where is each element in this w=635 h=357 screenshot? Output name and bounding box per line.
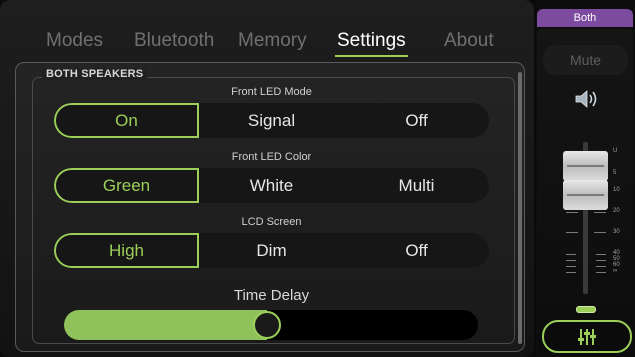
fader-scale-label: ∞ <box>613 268 618 274</box>
fader-scale-label: U <box>613 148 618 154</box>
time-delay-fill <box>64 310 267 340</box>
fader-scale-label: 10 <box>613 187 620 193</box>
tab-modes[interactable]: Modes <box>46 30 103 52</box>
lcd-screen-dim[interactable]: Dim <box>199 233 344 268</box>
fader-scale-label: 20 <box>613 208 620 214</box>
fader-tick <box>594 212 606 213</box>
front-led-mode-off[interactable]: Off <box>344 103 489 138</box>
front-led-color-selector: Green White Multi <box>54 168 489 203</box>
front-led-color-label: Front LED Color <box>231 151 312 163</box>
fader-tick <box>566 272 576 273</box>
mute-button[interactable]: Mute <box>543 45 628 75</box>
fader-scale-label: 5 <box>613 170 617 176</box>
time-delay-knob[interactable] <box>253 311 281 339</box>
fader-tick <box>596 254 606 255</box>
lcd-screen-off[interactable]: Off <box>344 233 489 268</box>
front-led-color-multi[interactable]: Multi <box>344 168 489 203</box>
scrollbar[interactable] <box>518 72 522 344</box>
tab-memory[interactable]: Memory <box>238 30 307 52</box>
fader-cap-upper[interactable] <box>563 151 608 181</box>
front-led-mode-on[interactable]: On <box>54 103 199 138</box>
fader-tick <box>566 254 576 255</box>
tab-bar: Modes Bluetooth Memory Settings About <box>0 30 534 60</box>
front-led-color-green[interactable]: Green <box>54 168 199 203</box>
front-led-mode-signal[interactable]: Signal <box>199 103 344 138</box>
front-led-color-white[interactable]: White <box>199 168 344 203</box>
target-both-tab[interactable]: Both <box>537 9 633 27</box>
signal-led <box>576 306 596 313</box>
fader-tick <box>594 232 606 233</box>
tab-bluetooth[interactable]: Bluetooth <box>134 30 214 52</box>
fader-tick <box>596 266 606 267</box>
time-delay-slider[interactable] <box>64 310 478 340</box>
settings-panel: Modes Bluetooth Memory Settings About BO… <box>0 0 534 357</box>
front-led-mode-selector: On Signal Off <box>54 103 489 138</box>
tab-about[interactable]: About <box>444 30 494 52</box>
fader-tick <box>566 212 578 213</box>
fader-tick <box>566 266 576 267</box>
fader-scale-label: 30 <box>613 229 620 235</box>
fader-cap-lower[interactable] <box>563 180 608 210</box>
mixer-button[interactable] <box>542 320 632 353</box>
lcd-screen-high[interactable]: High <box>54 233 199 268</box>
lcd-screen-label: LCD Screen <box>241 216 302 228</box>
fader-tick <box>596 272 606 273</box>
lcd-screen-selector: High Dim Off <box>54 233 489 268</box>
fader-tick <box>566 232 578 233</box>
mixer-sliders-icon <box>578 329 596 345</box>
tab-settings[interactable]: Settings <box>335 30 408 57</box>
fader-tick <box>566 260 576 261</box>
group-label: BOTH SPEAKERS <box>42 68 148 80</box>
front-led-mode-label: Front LED Mode <box>231 86 312 98</box>
time-delay-label: Time Delay <box>233 287 310 304</box>
speaker-volume-icon <box>575 90 597 108</box>
fader-tick <box>596 260 606 261</box>
